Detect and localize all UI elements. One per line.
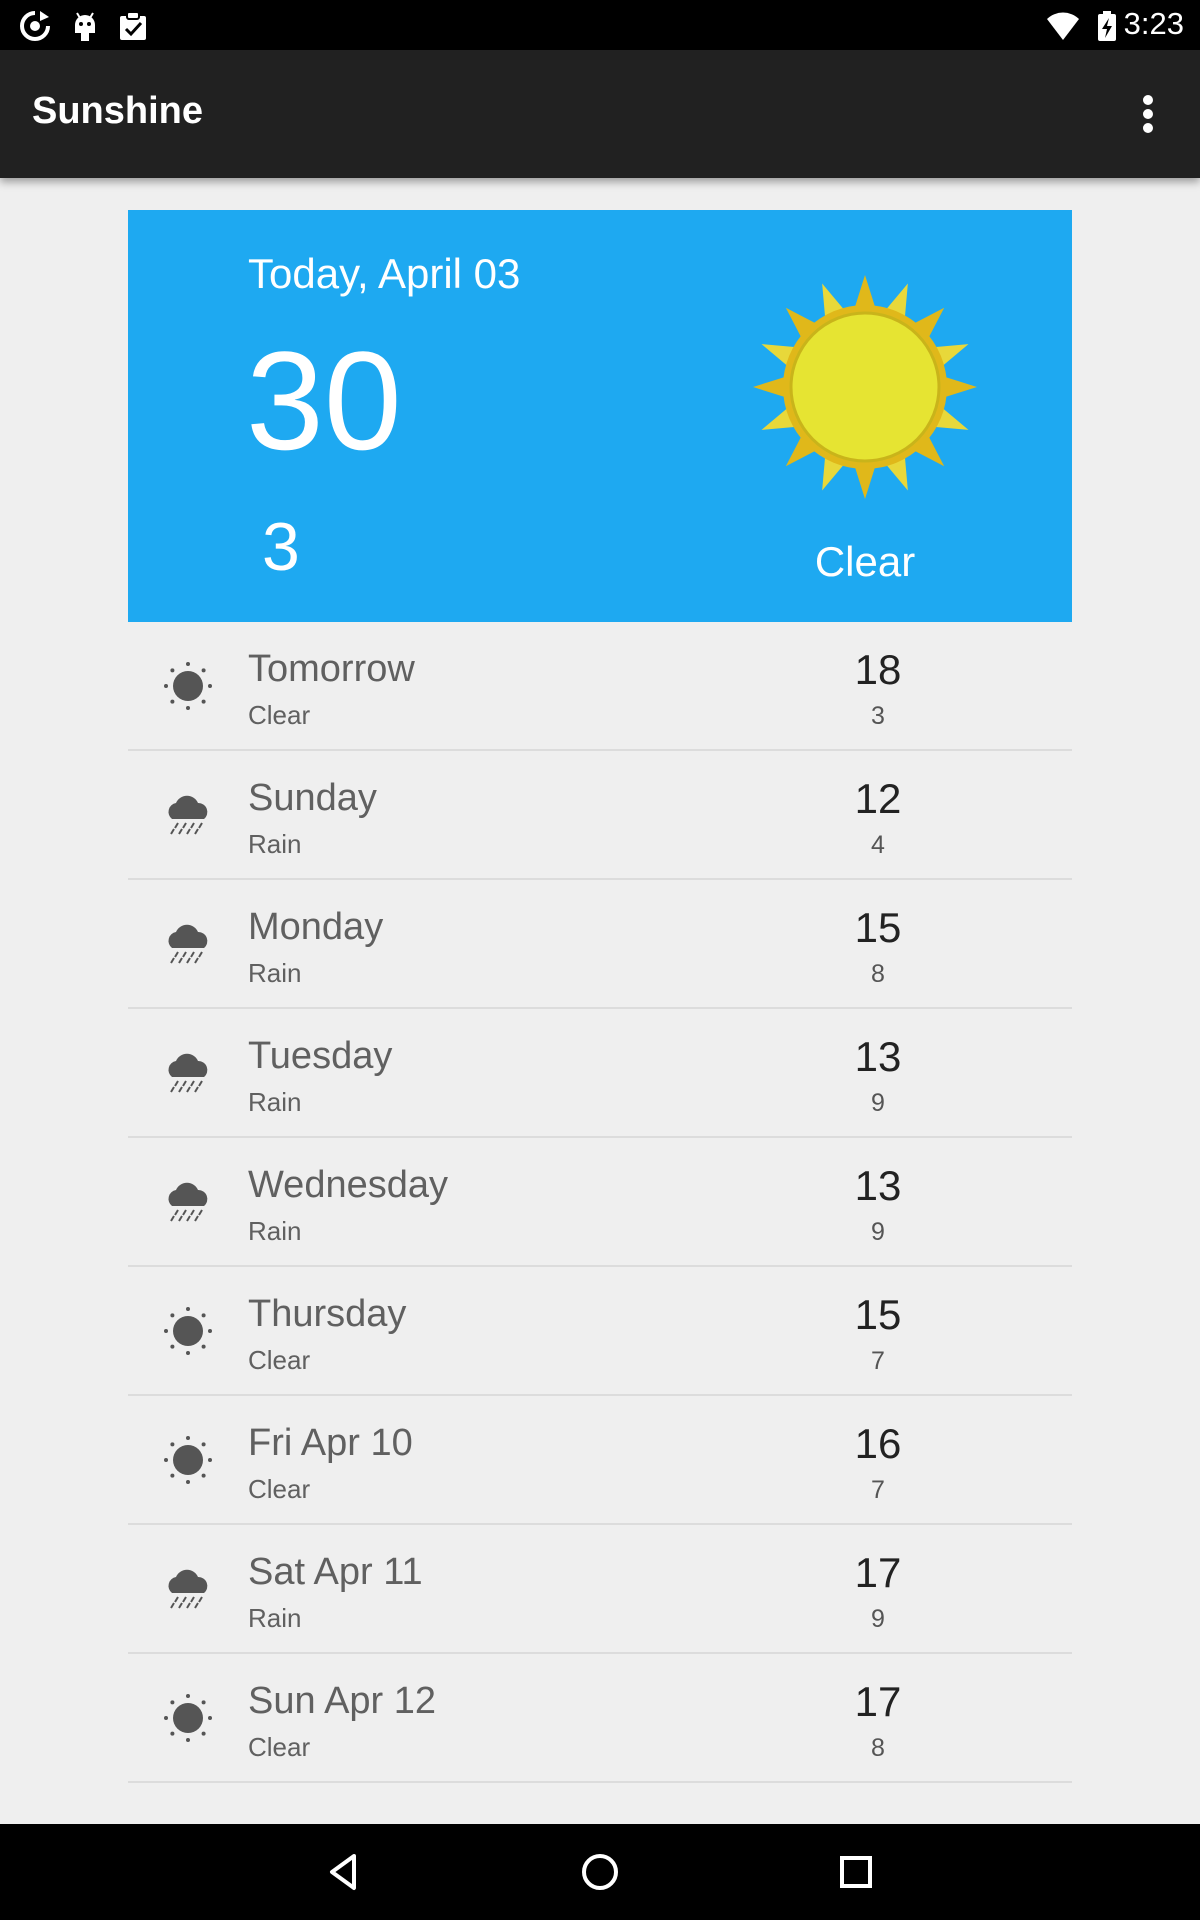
clear-sun-icon bbox=[162, 1305, 214, 1357]
rain-icon bbox=[162, 918, 214, 970]
forecast-list: Tomorrow Clear 18 3 Sunday Rain 12 4 Monday Rain 1… bbox=[128, 622, 1072, 1783]
android-icon bbox=[75, 12, 95, 41]
forecast-low-temp: 8 bbox=[871, 1734, 885, 1762]
back-icon[interactable] bbox=[320, 1848, 368, 1896]
forecast-high-temp: 13 bbox=[854, 1033, 902, 1080]
forecast-low-temp: 9 bbox=[871, 1218, 885, 1246]
overflow-menu-icon[interactable] bbox=[1118, 78, 1178, 150]
forecast-row[interactable]: Tomorrow Clear 18 3 bbox=[128, 622, 1072, 751]
forecast-description: Rain bbox=[248, 1603, 302, 1633]
today-high-temp: 30 bbox=[246, 322, 402, 479]
forecast-description: Rain bbox=[248, 829, 302, 859]
forecast-description: Clear bbox=[248, 1474, 311, 1504]
status-bar: 3:23 bbox=[0, 0, 1200, 50]
forecast-description: Rain bbox=[248, 1216, 302, 1246]
forecast-description: Clear bbox=[248, 1345, 311, 1375]
forecast-row[interactable]: Fri Apr 10 Clear 16 7 bbox=[128, 1396, 1072, 1525]
forecast-low-temp: 7 bbox=[871, 1476, 885, 1504]
forecast-low-temp: 8 bbox=[871, 960, 885, 988]
forecast-low-temp: 9 bbox=[871, 1605, 885, 1633]
forecast-row[interactable]: Monday Rain 15 8 bbox=[128, 880, 1072, 1009]
forecast-high-temp: 17 bbox=[854, 1678, 902, 1725]
forecast-high-temp: 16 bbox=[854, 1420, 902, 1467]
battery-charging-icon bbox=[1098, 11, 1116, 41]
home-icon[interactable] bbox=[576, 1848, 624, 1896]
forecast-row[interactable]: Sun Apr 12 Clear 17 8 bbox=[128, 1654, 1072, 1783]
wifi-icon bbox=[1047, 12, 1079, 41]
forecast-day: Sunday bbox=[248, 777, 377, 819]
forecast-row[interactable]: Thursday Clear 15 7 bbox=[128, 1267, 1072, 1396]
app-bar: Sunshine bbox=[0, 50, 1200, 178]
clear-sun-icon bbox=[162, 660, 214, 712]
forecast-day: Sat Apr 11 bbox=[248, 1551, 423, 1593]
today-date: Today, April 03 bbox=[248, 250, 521, 297]
today-card[interactable]: Today, April 03 30 3 Clear bbox=[128, 210, 1072, 622]
today-condition: Clear bbox=[814, 538, 916, 585]
forecast-day: Tomorrow bbox=[248, 648, 415, 690]
rain-icon bbox=[162, 1047, 214, 1099]
forecast-day: Tuesday bbox=[248, 1035, 393, 1077]
forecast-row[interactable]: Wednesday Rain 13 9 bbox=[128, 1138, 1072, 1267]
forecast-row[interactable]: Sunday Rain 12 4 bbox=[128, 751, 1072, 880]
forecast-day: Fri Apr 10 bbox=[248, 1422, 413, 1464]
sync-icon bbox=[20, 11, 50, 41]
clear-sun-icon bbox=[162, 1434, 214, 1486]
rain-icon bbox=[162, 1563, 214, 1615]
forecast-high-temp: 13 bbox=[854, 1162, 902, 1209]
recents-icon[interactable] bbox=[832, 1848, 880, 1896]
forecast-description: Rain bbox=[248, 958, 302, 988]
forecast-description: Clear bbox=[248, 1732, 311, 1762]
forecast-day: Sun Apr 12 bbox=[248, 1680, 437, 1722]
forecast-low-temp: 7 bbox=[871, 1347, 885, 1375]
rain-icon bbox=[162, 789, 214, 841]
navigation-bar bbox=[0, 1824, 1200, 1920]
forecast-row[interactable]: Sat Apr 11 Rain 17 9 bbox=[128, 1525, 1072, 1654]
forecast-day: Monday bbox=[248, 906, 384, 948]
forecast-description: Clear bbox=[248, 700, 311, 730]
today-low-temp: 3 bbox=[262, 509, 300, 585]
forecast-low-temp: 3 bbox=[871, 702, 885, 730]
forecast-high-temp: 17 bbox=[854, 1549, 902, 1596]
app-title: Sunshine bbox=[32, 90, 204, 132]
rain-icon bbox=[162, 1176, 214, 1228]
forecast-high-temp: 12 bbox=[854, 775, 902, 822]
forecast-high-temp: 15 bbox=[854, 904, 902, 951]
clear-sun-icon bbox=[162, 1692, 214, 1744]
clipboard-check-icon bbox=[120, 11, 146, 40]
clock: 3:23 bbox=[1123, 6, 1184, 41]
forecast-high-temp: 18 bbox=[854, 646, 902, 693]
forecast-description: Rain bbox=[248, 1087, 302, 1117]
forecast-low-temp: 9 bbox=[871, 1089, 885, 1117]
forecast-row[interactable]: Tuesday Rain 13 9 bbox=[128, 1009, 1072, 1138]
forecast-day: Wednesday bbox=[248, 1164, 448, 1206]
forecast-low-temp: 4 bbox=[871, 831, 885, 859]
forecast-high-temp: 15 bbox=[854, 1291, 902, 1338]
forecast-day: Thursday bbox=[248, 1293, 407, 1335]
sun-art-icon bbox=[753, 275, 977, 499]
